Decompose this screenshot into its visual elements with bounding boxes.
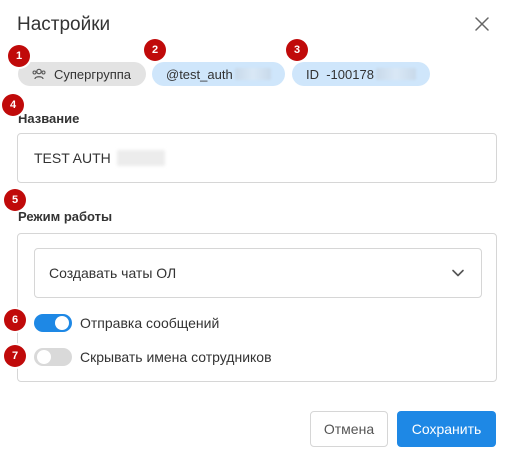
users-icon: [32, 68, 46, 80]
send-messages-switch[interactable]: [34, 314, 72, 332]
cancel-button[interactable]: Отмена: [310, 411, 388, 447]
hide-names-label: Скрывать имена сотрудников: [80, 349, 272, 365]
close-button[interactable]: [470, 12, 494, 36]
send-messages-label: Отправка сообщений: [80, 315, 220, 331]
name-input-value: TEST AUTH: [34, 150, 111, 166]
mode-section: Создавать чаты ОЛ Отправка сообщений Скр…: [17, 233, 497, 382]
name-field-label: Название: [18, 111, 80, 126]
save-button[interactable]: Сохранить: [397, 411, 496, 447]
chat-id-label: ID -100178: [306, 66, 374, 82]
annotation-badge: 2: [144, 39, 166, 61]
toggle-hide-names: Скрывать имена сотрудников: [34, 348, 272, 366]
username-label: @test_auth: [166, 66, 233, 82]
mode-label: Режим работы: [18, 209, 113, 224]
chat-id-chip: ID -100178: [292, 62, 430, 86]
annotation-badge: 5: [4, 189, 26, 211]
dialog-title: Настройки: [17, 14, 111, 35]
name-input[interactable]: TEST AUTH: [17, 133, 497, 183]
redacted-text: [234, 68, 271, 80]
annotation-badge: 7: [4, 345, 26, 367]
redacted-text: [375, 68, 416, 80]
username-chip: @test_auth: [152, 62, 285, 86]
mode-select[interactable]: Создавать чаты ОЛ: [34, 248, 482, 298]
group-type-label: Супергруппа: [54, 66, 132, 82]
annotation-badge: 4: [2, 94, 24, 116]
redacted-text: [116, 150, 165, 166]
annotation-badge: 1: [8, 45, 30, 67]
chevron-down-icon: [452, 269, 464, 277]
toggle-send-messages: Отправка сообщений: [34, 314, 219, 332]
mode-select-value: Создавать чаты ОЛ: [49, 265, 177, 281]
close-icon: [475, 17, 489, 31]
group-type-chip: Супергруппа: [18, 62, 146, 86]
hide-names-switch[interactable]: [34, 348, 72, 366]
annotation-badge: 6: [4, 309, 26, 331]
annotation-badge: 3: [286, 39, 308, 61]
